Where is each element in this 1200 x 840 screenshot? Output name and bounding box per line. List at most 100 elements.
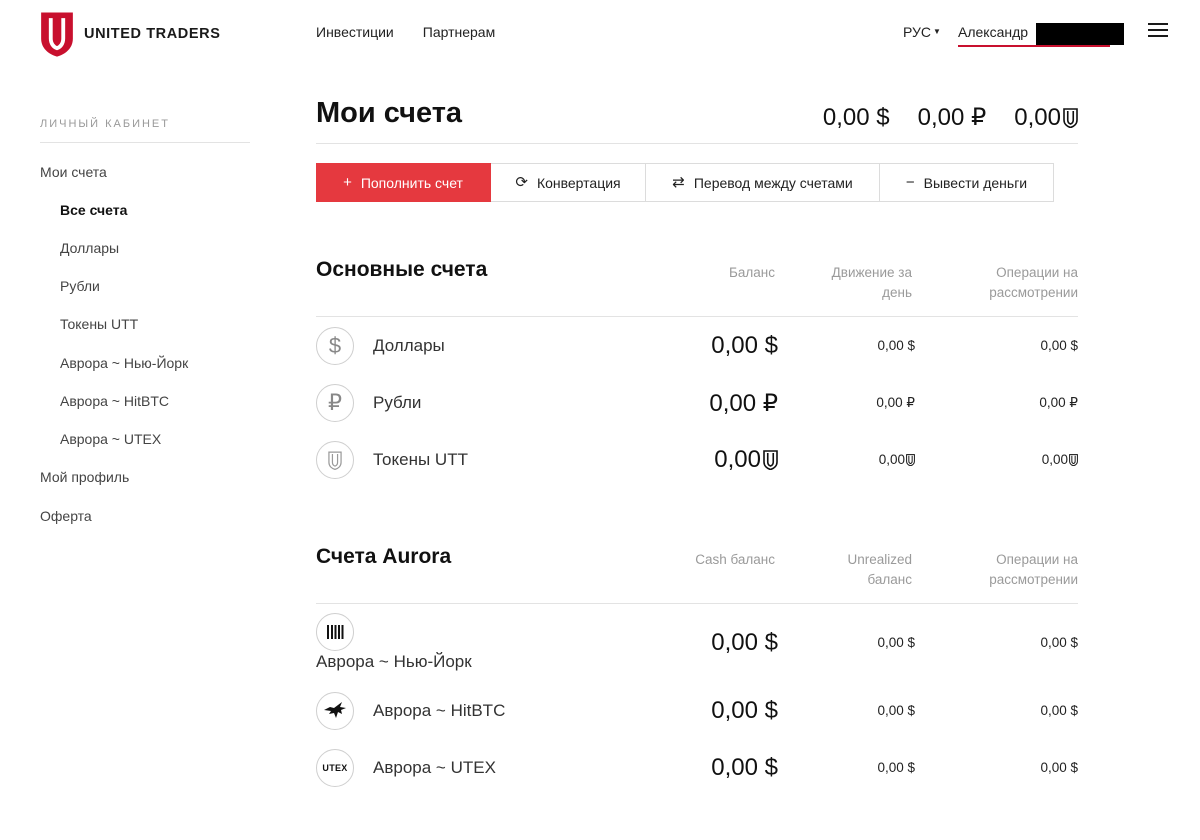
hitbtc-bull-icon — [316, 692, 354, 730]
swap-icon: ⇄ — [672, 174, 685, 191]
account-name-rubles[interactable]: Рубли — [373, 393, 421, 413]
utt-shield-icon — [1063, 108, 1078, 128]
account-pending-utt: 0,00 — [1042, 452, 1078, 467]
col-daily-header-line2: день — [882, 285, 912, 300]
convert-button-label: Конвертация — [536, 174, 621, 191]
account-balance-utt-value: 0,00 — [714, 446, 761, 473]
hamburger-menu-icon[interactable] — [1148, 23, 1168, 39]
aurora-accounts-title: Счета Aurora — [316, 545, 452, 568]
account-pending-dollars: 0,00 $ — [1040, 338, 1078, 353]
utt-shield-icon — [316, 441, 354, 479]
dollar-icon: $ — [316, 327, 354, 365]
col-aurora-pending-header: Операции на рассмотрении — [989, 550, 1078, 590]
brand-name: UNITED TRADERS — [84, 26, 221, 42]
account-daily-rubles: 0,00 ₽ — [876, 395, 915, 410]
shield-logo-icon — [41, 12, 73, 57]
account-balance-aurora-newyork: 0,00 $ — [711, 629, 778, 656]
account-name-aurora-hitbtc[interactable]: Аврора ~ HitBTC — [373, 701, 505, 721]
sidebar-item-all-accounts[interactable]: Все счета — [60, 202, 127, 218]
account-name-aurora-utex[interactable]: Аврора ~ UTEX — [373, 758, 496, 778]
account-pending-aurora-hitbtc: 0,00 $ — [1040, 703, 1078, 718]
total-utt-value: 0,00 — [1014, 103, 1061, 131]
aurora-accounts-divider — [316, 603, 1078, 604]
utt-shield-icon — [1069, 454, 1078, 466]
account-unrealized-aurora-newyork: 0,00 $ — [877, 635, 915, 650]
col-pending-header-line2: рассмотрении — [989, 285, 1078, 300]
transfer-button-label: Перевод между счетами — [693, 174, 853, 191]
utt-shield-icon — [763, 450, 778, 470]
deposit-button-label: Пополнить счет — [360, 174, 463, 191]
title-divider — [316, 143, 1078, 144]
account-pending-utt-value: 0,00 — [1041, 452, 1068, 467]
sidebar-item-profile[interactable]: Мой профиль — [40, 469, 129, 485]
col-unrealized-header-line1: Unrealized — [847, 552, 912, 567]
account-name-utt[interactable]: Токены UTT — [373, 450, 468, 470]
user-underline — [958, 45, 1110, 47]
redacted-block — [1036, 23, 1124, 45]
account-balance-aurora-hitbtc: 0,00 $ — [711, 697, 778, 724]
total-rub: 0,00 ₽ — [917, 104, 987, 131]
col-balance-header: Баланс — [729, 265, 775, 280]
minus-icon: − — [905, 174, 915, 191]
account-balance-utt: 0,00 — [714, 446, 778, 474]
col-daily-header: Движение за день — [832, 263, 912, 303]
col-cash-balance-header: Cash баланс — [695, 552, 775, 567]
refresh-icon: ⟳ — [515, 174, 528, 191]
deposit-button[interactable]: + Пополнить счет — [316, 163, 491, 202]
account-daily-utt: 0,00 — [879, 452, 915, 467]
plus-icon: + — [343, 174, 352, 191]
sidebar-divider — [40, 142, 250, 143]
withdraw-button-label: Вывести деньги — [923, 174, 1028, 191]
transfer-button[interactable]: ⇄ Перевод между счетами — [646, 163, 880, 202]
nav-investments[interactable]: Инвестиции — [316, 24, 394, 40]
account-balance-rubles: 0,00 ₽ — [709, 390, 778, 417]
account-actions: + Пополнить счет ⟳ Конвертация ⇄ Перевод… — [316, 163, 1054, 202]
total-usd: 0,00 $ — [822, 103, 890, 131]
nyse-barcode-icon — [316, 613, 354, 651]
account-pending-rubles: 0,00 ₽ — [1039, 395, 1078, 410]
page-title: Мои счета — [316, 97, 463, 129]
sidebar-item-aurora-newyork[interactable]: Аврора ~ Нью-Йорк — [60, 355, 188, 371]
nav-partners[interactable]: Партнерам — [423, 24, 495, 40]
sidebar-item-offer[interactable]: Оферта — [40, 508, 92, 524]
col-aurora-pending-header-line2: рассмотрении — [989, 572, 1078, 587]
account-pending-aurora-utex: 0,00 $ — [1040, 760, 1078, 775]
account-daily-utt-value: 0,00 — [878, 452, 905, 467]
col-pending-header: Операции на рассмотрении — [989, 263, 1078, 303]
withdraw-button[interactable]: − Вывести деньги — [880, 163, 1054, 202]
total-balances: 0,00 $ 0,00 ₽ 0,00 — [823, 103, 1078, 132]
account-pending-aurora-newyork: 0,00 $ — [1040, 635, 1078, 650]
main-accounts-divider — [316, 316, 1078, 317]
user-menu[interactable]: Александр — [958, 24, 1028, 40]
sidebar-item-aurora-utex[interactable]: Аврора ~ UTEX — [60, 431, 161, 447]
main-accounts-title: Основные счета — [316, 258, 488, 281]
account-balance-dollars: 0,00 $ — [711, 332, 778, 359]
convert-button[interactable]: ⟳ Конвертация — [491, 163, 646, 202]
account-name-aurora-newyork[interactable]: Аврора ~ Нью-Йорк — [316, 652, 472, 672]
utt-shield-icon — [906, 454, 915, 466]
sidebar-item-aurora-hitbtc[interactable]: Аврора ~ HitBTC — [60, 393, 169, 409]
account-name-dollars[interactable]: Доллары — [373, 336, 445, 356]
brand-logo[interactable]: UNITED TRADERS — [40, 11, 221, 57]
col-pending-header-line1: Операции на — [996, 265, 1078, 280]
sidebar-item-dollars[interactable]: Доллары — [60, 240, 119, 256]
utex-logo-icon: UTEX — [316, 749, 354, 787]
top-nav: Инвестиции Партнерам — [316, 24, 495, 40]
col-aurora-pending-header-line1: Операции на — [996, 552, 1078, 567]
total-utt: 0,00 — [1014, 104, 1078, 132]
account-balance-aurora-utex: 0,00 $ — [711, 754, 778, 781]
sidebar-title: ЛИЧНЫЙ КАБИНЕТ — [40, 118, 170, 130]
sidebar-item-rubles[interactable]: Рубли — [60, 278, 100, 294]
ruble-icon: ₽ — [316, 384, 354, 422]
language-label: РУС — [903, 24, 932, 40]
account-unrealized-aurora-utex: 0,00 $ — [877, 760, 915, 775]
sidebar-item-my-accounts[interactable]: Мои счета — [40, 164, 107, 180]
col-unrealized-header: Unrealized баланс — [847, 550, 912, 590]
col-unrealized-header-line2: баланс — [867, 572, 912, 587]
caret-down-icon: ▼ — [933, 27, 941, 36]
sidebar-item-utt-tokens[interactable]: Токены UTT — [60, 316, 138, 332]
language-selector[interactable]: РУС ▼ — [903, 24, 941, 40]
col-daily-header-line1: Движение за — [831, 265, 912, 280]
account-daily-dollars: 0,00 $ — [877, 338, 915, 353]
account-unrealized-aurora-hitbtc: 0,00 $ — [877, 703, 915, 718]
